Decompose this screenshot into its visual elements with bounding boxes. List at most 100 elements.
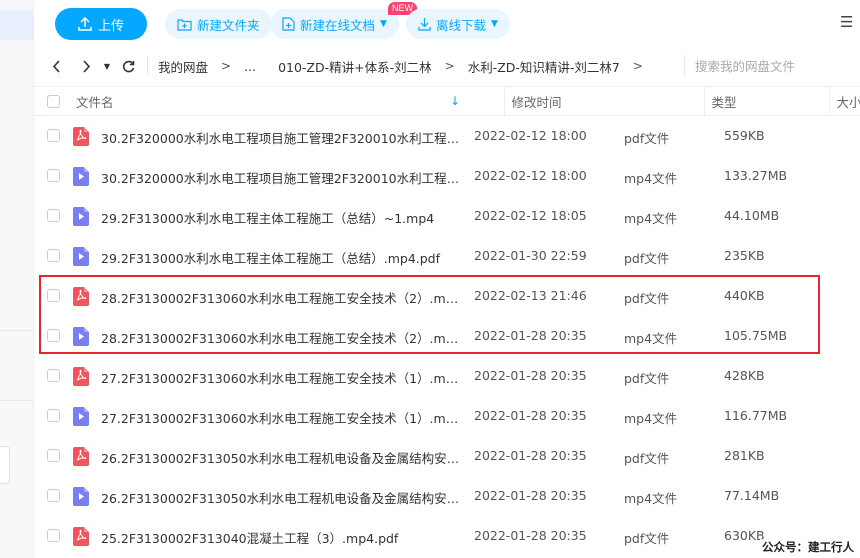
watermark: 公众号：建工行人 [760, 539, 856, 555]
pdf-icon [73, 447, 89, 466]
mp4-icon [73, 207, 89, 226]
column-header-time[interactable]: 修改时间 [503, 86, 562, 116]
file-modified-time: 2022-01-30 22:59 [474, 248, 587, 263]
row-checkbox[interactable] [47, 449, 60, 462]
mp4-icon [73, 327, 89, 346]
file-size: 440KB [724, 288, 765, 303]
table-row[interactable]: 29.2F313000水利水电工程主体工程施工（总结）~1.mp4 2022-02… [34, 196, 860, 236]
mp4-icon [73, 407, 89, 426]
file-modified-time: 2022-01-28 20:35 [474, 488, 587, 503]
file-type: mp4文件 [624, 171, 678, 186]
sidebar-divider [0, 330, 34, 331]
row-checkbox[interactable] [47, 129, 60, 142]
file-name[interactable]: 29.2F313000水利水电工程主体工程施工（总结）.mp4.pdf [101, 248, 461, 267]
file-modified-time: 2022-01-28 20:35 [474, 408, 587, 423]
table-row[interactable]: 28.2F3130002F313060水利水电工程施工安全技术（2）.mp4 20… [34, 316, 860, 356]
chevron-down-icon: ▼ [491, 19, 498, 29]
file-name[interactable]: 26.2F3130002F313050水利水电工程机电设备及金属结构安装工程.m… [101, 488, 461, 507]
row-checkbox[interactable] [47, 529, 60, 542]
breadcrumb-separator: > [444, 59, 455, 73]
file-name[interactable]: 30.2F320000水利水电工程项目施工管理2F320010水利工程建设项目的… [101, 168, 461, 187]
file-type: mp4文件 [624, 491, 678, 506]
column-header-name[interactable]: 文件名 [76, 86, 114, 116]
sidebar-active-item[interactable] [0, 10, 34, 40]
table-header: 文件名 ↓ 修改时间 类型 大小 [34, 86, 860, 116]
file-name[interactable]: 29.2F313000水利水电工程主体工程施工（总结）~1.mp4 [101, 208, 461, 227]
file-type: pdf文件 [624, 531, 670, 546]
file-type: pdf文件 [624, 251, 670, 266]
column-header-type[interactable]: 类型 [703, 86, 737, 116]
new-folder-label: 新建文件夹 [197, 17, 260, 33]
sort-arrow-icon[interactable]: ↓ [450, 94, 460, 108]
file-modified-time: 2022-02-12 18:05 [474, 208, 587, 223]
file-table: 文件名 ↓ 修改时间 类型 大小 30.2F320000水利水电工程项目施工管理… [34, 86, 860, 556]
breadcrumb-folder[interactable]: 010-ZD-精讲+体系-刘二林 [278, 57, 432, 76]
row-checkbox[interactable] [47, 209, 60, 222]
sidebar-divider [0, 400, 34, 401]
row-checkbox[interactable] [47, 369, 60, 382]
file-size: 559KB [724, 128, 765, 143]
file-modified-time: 2022-01-28 20:35 [474, 368, 587, 383]
file-modified-time: 2022-02-12 18:00 [474, 168, 587, 183]
pdf-icon [73, 527, 89, 546]
file-modified-time: 2022-01-28 20:35 [474, 448, 587, 463]
file-size: 235KB [724, 248, 765, 263]
offline-download-label: 离线下载 [436, 17, 487, 33]
row-checkbox[interactable] [47, 409, 60, 422]
row-checkbox[interactable] [47, 249, 60, 262]
history-dropdown-icon[interactable]: ▼ [99, 53, 115, 79]
table-row[interactable]: 30.2F320000水利水电工程项目施工管理2F320010水利工程建设项目的… [34, 116, 860, 156]
breadcrumb-current[interactable]: 水利-ZD-知识精讲-刘二林7 [468, 57, 620, 76]
back-icon[interactable] [43, 53, 69, 79]
table-row[interactable]: 28.2F3130002F313060水利水电工程施工安全技术（2）.mp4.p… [34, 276, 860, 316]
file-type: pdf文件 [624, 291, 670, 306]
toolbar: 上传 新建文件夹 新建在线文档 ▼ NEW 离线下载 ▼ ☰ [34, 0, 860, 46]
file-name[interactable]: 30.2F320000水利水电工程项目施工管理2F320010水利工程建设项目的… [101, 128, 461, 147]
download-icon [418, 18, 431, 31]
forward-icon[interactable] [73, 53, 99, 79]
breadcrumb-separator: > [221, 59, 232, 73]
file-name[interactable]: 27.2F3130002F313060水利水电工程施工安全技术（1）.mp4 [101, 408, 461, 427]
new-online-doc-button[interactable]: 新建在线文档 ▼ [270, 9, 399, 39]
mp4-icon [73, 487, 89, 506]
upload-button[interactable]: 上传 [55, 8, 147, 40]
row-checkbox[interactable] [47, 489, 60, 502]
select-all-checkbox[interactable] [47, 95, 60, 108]
pdf-icon [73, 287, 89, 306]
file-name[interactable]: 28.2F3130002F313060水利水电工程施工安全技术（2）.mp4 [101, 328, 461, 347]
breadcrumb-root[interactable]: 我的网盘 [158, 57, 208, 76]
mp4-icon [73, 167, 89, 186]
pdf-icon [73, 367, 89, 386]
file-type: pdf文件 [624, 451, 670, 466]
file-size: 105.75MB [724, 328, 788, 343]
column-header-size[interactable]: 大小 [828, 86, 860, 116]
file-name[interactable]: 26.2F3130002F313050水利水电工程机电设备及金属结构安装工程.m… [101, 448, 461, 467]
refresh-icon[interactable] [115, 53, 141, 79]
offline-download-button[interactable]: 离线下载 ▼ [406, 9, 510, 39]
file-type: pdf文件 [624, 131, 670, 146]
folder-plus-icon [177, 18, 192, 31]
file-name[interactable]: 27.2F3130002F313060水利水电工程施工安全技术（1）.mp4.p… [101, 368, 461, 387]
file-name[interactable]: 25.2F3130002F313040混凝土工程（3）.mp4.pdf [101, 528, 461, 547]
table-row[interactable]: 27.2F3130002F313060水利水电工程施工安全技术（1）.mp4 20… [34, 396, 860, 436]
table-row[interactable]: 27.2F3130002F313060水利水电工程施工安全技术（1）.mp4.p… [34, 356, 860, 396]
table-row[interactable]: 26.2F3130002F313050水利水电工程机电设备及金属结构安装工程.m… [34, 436, 860, 476]
row-checkbox[interactable] [47, 169, 60, 182]
table-row[interactable]: 29.2F313000水利水电工程主体工程施工（总结）.mp4.pdf 2022-… [34, 236, 860, 276]
file-modified-time: 2022-02-12 18:00 [474, 128, 587, 143]
upload-label: 上传 [97, 18, 124, 34]
breadcrumb-ellipsis[interactable]: ... [244, 59, 256, 74]
table-row[interactable]: 30.2F320000水利水电工程项目施工管理2F320010水利工程建设项目的… [34, 156, 860, 196]
file-name[interactable]: 28.2F3130002F313060水利水电工程施工安全技术（2）.mp4.p… [101, 288, 461, 307]
table-row[interactable]: 25.2F3130002F313040混凝土工程（3）.mp4.pdf 2022-… [34, 516, 860, 556]
breadcrumb-separator: > [632, 59, 643, 73]
row-checkbox[interactable] [47, 289, 60, 302]
search-input[interactable] [684, 54, 860, 78]
table-row[interactable]: 26.2F3130002F313050水利水电工程机电设备及金属结构安装工程.m… [34, 476, 860, 516]
row-checkbox[interactable] [47, 329, 60, 342]
file-modified-time: 2022-01-28 20:35 [474, 528, 587, 543]
sidebar-collapsed-panel[interactable] [0, 446, 10, 484]
list-view-icon[interactable]: ☰ [840, 13, 860, 33]
file-size: 133.27MB [724, 168, 788, 183]
new-folder-button[interactable]: 新建文件夹 [165, 9, 272, 39]
